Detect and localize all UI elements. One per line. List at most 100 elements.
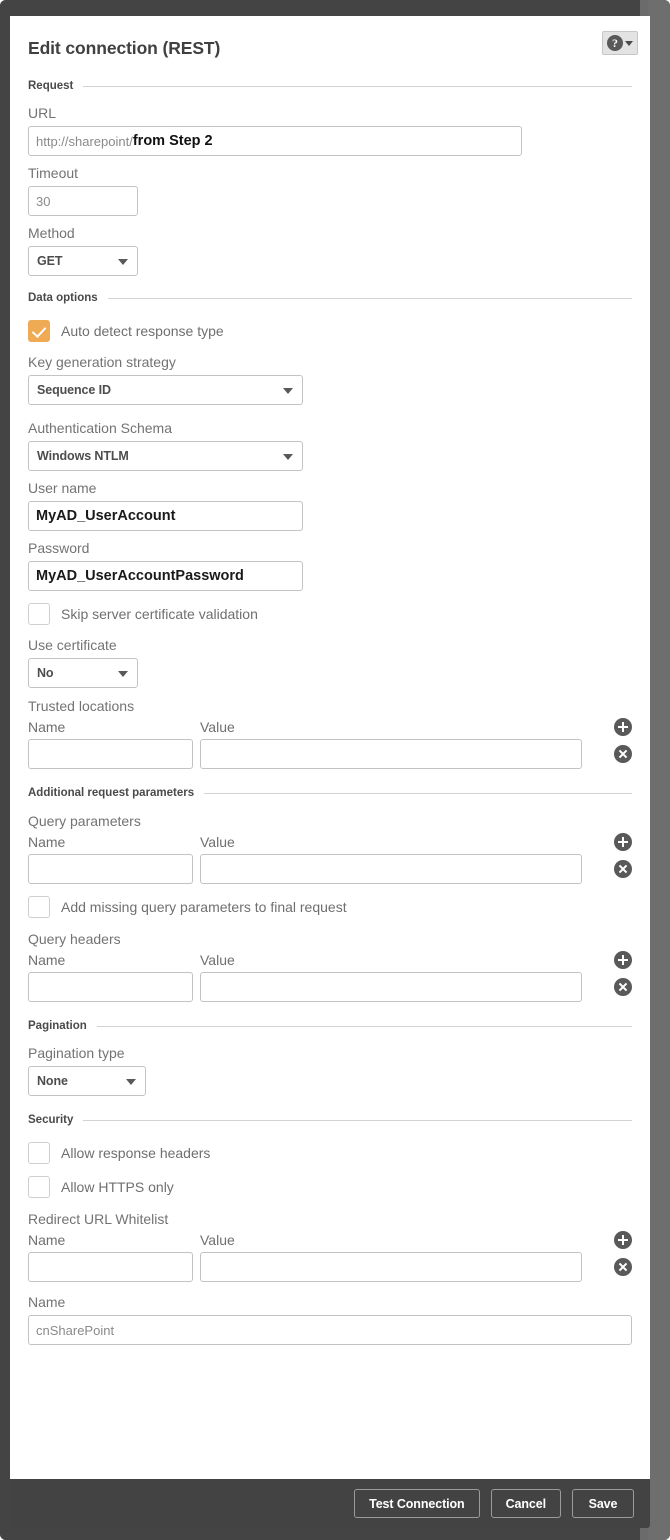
url-label: URL <box>28 105 57 121</box>
redirect-whitelist-value-input[interactable] <box>200 1252 582 1282</box>
query-parameters-column-headers: Name Value <box>28 832 632 852</box>
section-header-additional-request-parameters: Additional request parameters <box>28 787 632 799</box>
field-user-name: User name <box>28 480 632 531</box>
table-row <box>28 972 632 1002</box>
checkbox-allow-https-only[interactable]: Allow HTTPS only <box>28 1173 632 1201</box>
section-header-request: Request <box>28 80 632 92</box>
query-header-value-input[interactable] <box>200 972 582 1002</box>
use-certificate-select[interactable]: No <box>28 658 138 688</box>
plus-circle-icon[interactable] <box>614 833 632 851</box>
plus-circle-icon[interactable] <box>614 951 632 969</box>
query-headers-label: Query headers <box>28 931 121 947</box>
checkbox-icon[interactable] <box>28 603 50 625</box>
pagination-type-select[interactable]: None <box>28 1066 146 1096</box>
column-header-value: Value <box>200 952 235 968</box>
remove-circle-icon[interactable] <box>614 860 632 878</box>
question-mark-icon: ? <box>607 35 623 51</box>
window-scrollbar[interactable] <box>648 0 670 1540</box>
query-parameters-label: Query parameters <box>28 813 141 829</box>
divider <box>83 85 632 87</box>
window-frame-left <box>0 0 10 1540</box>
column-header-value: Value <box>200 834 235 850</box>
checkbox-add-missing-query-parameters[interactable]: Add missing query parameters to final re… <box>28 893 632 921</box>
checkbox-label: Auto detect response type <box>61 323 224 339</box>
checkbox-allow-response-headers[interactable]: Allow response headers <box>28 1139 632 1167</box>
help-button[interactable]: ? <box>602 31 638 55</box>
checkbox-auto-detect-response-type[interactable]: Auto detect response type <box>28 317 632 345</box>
column-header-name: Name <box>28 719 66 735</box>
field-pagination-type: Pagination type None <box>28 1045 632 1096</box>
divider <box>83 1119 632 1121</box>
url-input[interactable]: http://sharepoint/ from Step 2 <box>28 126 522 156</box>
checkbox-skip-server-certificate-validation[interactable]: Skip server certificate validation <box>28 600 632 628</box>
section-title: Pagination <box>28 1020 87 1032</box>
group-redirect-url-whitelist: Redirect URL Whitelist Name Value <box>28 1210 632 1282</box>
auth-schema-selected-value: Windows NTLM <box>37 449 129 463</box>
column-header-name: Name <box>28 952 66 968</box>
dialog-content: Request URL http://sharepoint/ from Step… <box>10 80 650 1345</box>
field-use-certificate: Use certificate No <box>28 637 632 688</box>
use-certificate-label: Use certificate <box>28 637 117 653</box>
method-selected-value: GET <box>37 254 63 268</box>
trusted-locations-column-headers: Name Value <box>28 717 632 737</box>
password-label: Password <box>28 540 90 556</box>
section-title: Data options <box>28 292 98 304</box>
use-certificate-selected-value: No <box>37 666 54 680</box>
divider <box>204 792 632 794</box>
dialog-body: Edit connection (REST) ? Request URL htt… <box>10 16 650 1491</box>
column-header-value: Value <box>200 1232 235 1248</box>
key-generation-selected-value: Sequence ID <box>37 383 111 397</box>
page-title: Edit connection (REST) <box>28 38 221 58</box>
field-url: URL http://sharepoint/ from Step 2 <box>28 105 632 156</box>
checkbox-label: Skip server certificate validation <box>61 606 258 622</box>
group-query-headers: Query headers Name Value <box>28 930 632 1002</box>
user-name-input[interactable] <box>28 501 303 531</box>
remove-circle-icon[interactable] <box>614 1258 632 1276</box>
dialog-window: Edit connection (REST) ? Request URL htt… <box>0 0 670 1540</box>
section-header-data-options: Data options <box>28 292 632 304</box>
connection-name-input[interactable] <box>28 1315 632 1345</box>
checkbox-icon[interactable] <box>28 896 50 918</box>
connection-name-label: Name <box>28 1294 66 1310</box>
url-placeholder-text: http://sharepoint/ <box>36 133 133 149</box>
chevron-down-icon <box>118 259 128 265</box>
field-authentication-schema: Authentication Schema Windows NTLM <box>28 420 632 471</box>
key-generation-select[interactable]: Sequence ID <box>28 375 303 405</box>
password-input[interactable] <box>28 561 303 591</box>
timeout-input[interactable] <box>28 186 138 216</box>
plus-circle-icon[interactable] <box>614 1231 632 1249</box>
group-query-parameters: Query parameters Name Value <box>28 812 632 884</box>
table-row <box>28 1252 632 1282</box>
remove-circle-icon[interactable] <box>614 978 632 996</box>
save-button[interactable]: Save <box>572 1489 634 1518</box>
checkbox-label: Allow response headers <box>61 1145 211 1161</box>
redirect-whitelist-column-headers: Name Value <box>28 1230 632 1250</box>
pagination-type-label: Pagination type <box>28 1045 125 1061</box>
cancel-button[interactable]: Cancel <box>490 1489 561 1518</box>
dialog-footer: Test Connection Cancel Save <box>10 1479 650 1528</box>
auth-schema-label: Authentication Schema <box>28 420 172 436</box>
url-value-text: from Step 2 <box>132 133 213 149</box>
checkbox-icon[interactable] <box>28 1176 50 1198</box>
method-label: Method <box>28 225 75 241</box>
field-key-generation-strategy: Key generation strategy Sequence ID <box>28 354 632 405</box>
user-name-label: User name <box>28 480 97 496</box>
plus-circle-icon[interactable] <box>614 718 632 736</box>
query-header-name-input[interactable] <box>28 972 193 1002</box>
group-trusted-locations: Trusted locations Name Value <box>28 697 632 769</box>
timeout-label: Timeout <box>28 165 79 181</box>
trusted-location-name-input[interactable] <box>28 739 193 769</box>
column-header-value: Value <box>200 719 235 735</box>
query-parameter-name-input[interactable] <box>28 854 193 884</box>
remove-circle-icon[interactable] <box>614 745 632 763</box>
checkbox-icon[interactable] <box>28 1142 50 1164</box>
trusted-location-value-input[interactable] <box>200 739 582 769</box>
checkbox-icon[interactable] <box>28 320 50 342</box>
auth-schema-select[interactable]: Windows NTLM <box>28 441 303 471</box>
checkbox-label: Allow HTTPS only <box>61 1179 174 1195</box>
query-parameter-value-input[interactable] <box>200 854 582 884</box>
section-title: Additional request parameters <box>28 787 195 799</box>
test-connection-button[interactable]: Test Connection <box>354 1489 480 1518</box>
redirect-whitelist-name-input[interactable] <box>28 1252 193 1282</box>
method-select[interactable]: GET <box>28 246 138 276</box>
